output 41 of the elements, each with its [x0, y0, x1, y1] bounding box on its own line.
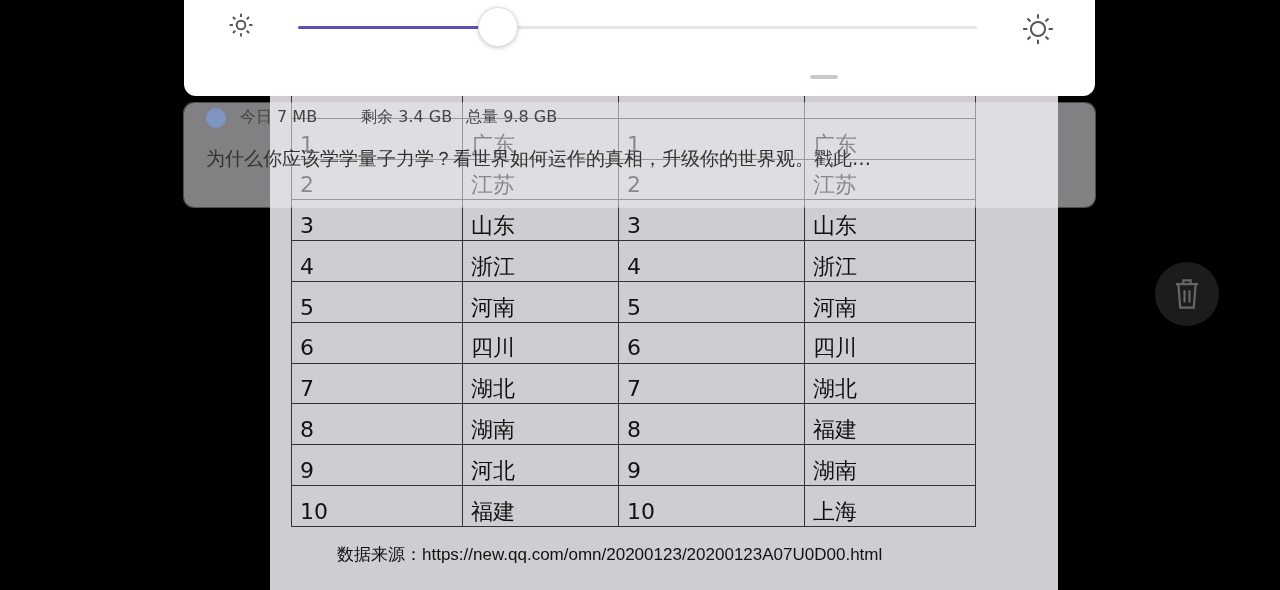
table-cell: 6 — [618, 322, 805, 364]
table-cell: 3 — [618, 199, 805, 241]
brightness-high-icon — [1021, 12, 1055, 46]
table-cell: 上海 — [804, 485, 976, 527]
slider-thumb[interactable] — [478, 7, 519, 47]
table-cell: 浙江 — [462, 240, 619, 282]
table-cell: 福建 — [462, 485, 619, 527]
table-cell: 湖北 — [462, 363, 619, 404]
usage-text: 总量 9.8 GB — [466, 107, 558, 128]
table-cell: 湖北 — [804, 363, 976, 404]
table-cell: 10 — [618, 485, 805, 527]
table-cell: 10 — [291, 485, 463, 527]
brightness-low-icon — [228, 12, 254, 38]
usage-text: 今日 7 MB — [240, 107, 318, 128]
table-cell: 4 — [618, 240, 805, 282]
usage-text: 剩余 3.4 GB — [361, 107, 453, 128]
table-cell: 山东 — [462, 199, 619, 241]
drag-handle[interactable] — [810, 75, 838, 79]
table-cell: 四川 — [804, 322, 976, 364]
table-cell: 河南 — [462, 281, 619, 323]
table-cell: 湖南 — [804, 444, 976, 486]
table-cell: 4 — [291, 240, 463, 282]
table-cell: 河南 — [804, 281, 976, 323]
table-cell: 福建 — [804, 403, 976, 445]
table-cell: 9 — [618, 444, 805, 486]
app-icon — [206, 107, 226, 128]
table-cell: 3 — [291, 199, 463, 241]
table-cell: 7 — [618, 363, 805, 404]
table-cell: 湖南 — [462, 403, 619, 445]
table-cell: 9 — [291, 444, 463, 486]
source-note: 数据来源：https://new.qq.com/omn/20200123/20200123A07U0D00.html — [337, 543, 884, 566]
table-cell: 5 — [291, 281, 463, 323]
table-cell: 四川 — [462, 322, 619, 364]
table-cell: 6 — [291, 322, 463, 364]
table-cell: 5 — [618, 281, 805, 323]
table-cell: 8 — [618, 403, 805, 445]
table-cell: 浙江 — [804, 240, 976, 282]
table-cell: 山东 — [804, 199, 976, 241]
table-cell: 8 — [291, 403, 463, 445]
table-cell: 河北 — [462, 444, 619, 486]
table-cell: 7 — [291, 363, 463, 404]
